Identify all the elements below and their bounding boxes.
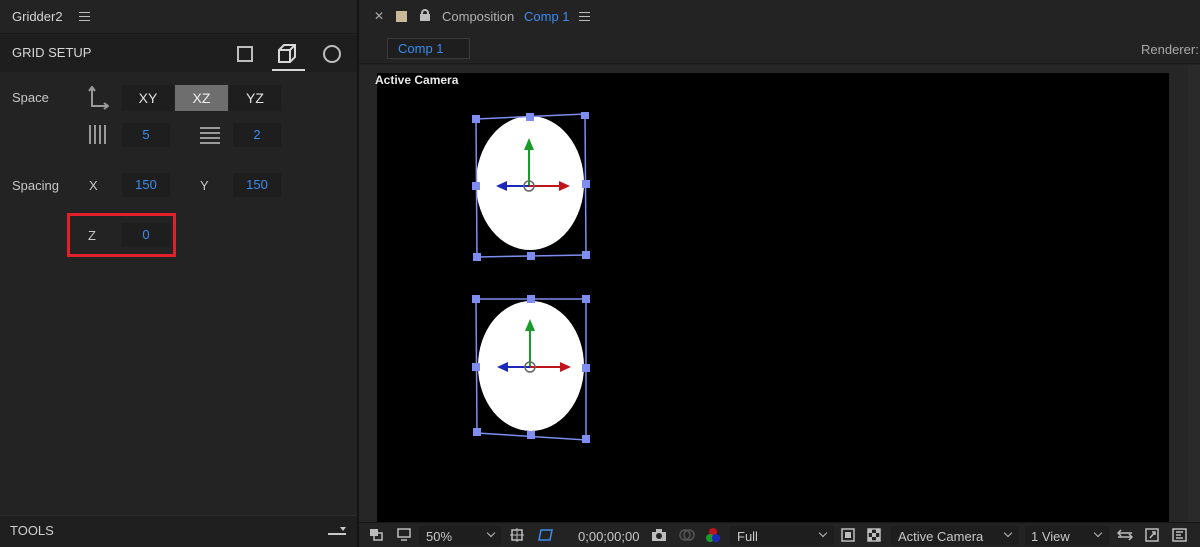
spacing-y-field[interactable]: 150: [233, 173, 281, 197]
show-snapshot-icon[interactable]: [679, 528, 695, 542]
grid-guide-icon[interactable]: [510, 528, 524, 542]
zoom-dropdown[interactable]: 50%: [419, 526, 501, 545]
composition-menu-icon[interactable]: [579, 12, 590, 21]
camera-snapshot-icon[interactable]: [651, 528, 666, 542]
renderer-label[interactable]: Renderer:: [1141, 42, 1199, 57]
space-yz-button[interactable]: YZ: [229, 85, 281, 111]
spacing-x-field[interactable]: 150: [122, 173, 170, 197]
zoom-value: 50%: [426, 529, 453, 544]
rows-icon: [200, 127, 220, 145]
composition-panel: ✕ Composition Comp 1 Comp 1 Renderer: Ac…: [359, 0, 1200, 547]
composition-tab-name[interactable]: Comp 1: [524, 9, 570, 24]
timecode[interactable]: 0;00;00;00: [578, 529, 639, 544]
camera-view-value: Active Camera: [898, 529, 984, 544]
composition-tab-prefix[interactable]: Composition: [442, 9, 514, 24]
panel-tab-bar: Gridder2: [0, 0, 357, 34]
resolution-dropdown[interactable]: Full: [730, 526, 834, 545]
close-icon[interactable]: ✕: [374, 9, 384, 23]
always-preview-icon[interactable]: [369, 528, 383, 542]
color-channels-icon[interactable]: [705, 528, 720, 542]
tools-bar[interactable]: TOOLS: [0, 515, 357, 547]
columns-icon: [89, 125, 109, 145]
rows-field[interactable]: 2: [233, 123, 281, 147]
highlight-box: [67, 213, 176, 257]
panel-tab-title[interactable]: Gridder2: [12, 9, 63, 24]
view-layout-value: 1 View: [1031, 529, 1070, 544]
panel-menu-icon[interactable]: [79, 12, 90, 21]
layer-object-2[interactable]: [471, 294, 593, 444]
chevron-down-icon: [1003, 528, 1013, 538]
circle-mode-icon[interactable]: [322, 43, 344, 65]
viewer-scrollbar[interactable]: [1188, 65, 1200, 522]
collapse-icon[interactable]: [326, 525, 348, 539]
fast-previews-icon[interactable]: [1145, 528, 1159, 542]
chevron-down-icon: [818, 528, 828, 538]
timeline-icon[interactable]: [1172, 528, 1187, 542]
space-label: Space: [12, 90, 49, 105]
monitor-icon[interactable]: [397, 528, 411, 542]
composition-tab-bar: ✕ Composition Comp 1: [359, 0, 1200, 34]
gridder-panel: Gridder2 GRID SETUP Space XY XZ YZ 5 2 S…: [0, 0, 357, 547]
square-mode-icon[interactable]: [235, 43, 257, 65]
cube-mode-icon[interactable]: [276, 43, 298, 65]
active-mode-indicator: [272, 69, 305, 71]
tools-label: TOOLS: [10, 523, 54, 538]
viewer-camera-label: Active Camera: [375, 73, 459, 87]
view-layout-dropdown[interactable]: 1 View: [1025, 526, 1109, 545]
composition-viewer: Active Camera: [359, 65, 1200, 522]
columns-field[interactable]: 5: [122, 123, 170, 147]
spacing-y-label: Y: [200, 178, 209, 193]
space-xz-button[interactable]: XZ: [175, 85, 228, 111]
chevron-down-icon: [1093, 528, 1103, 538]
camera-view-dropdown[interactable]: Active Camera: [891, 526, 1019, 545]
layer-object-1[interactable]: [471, 112, 593, 262]
toggle-pixel-aspect-icon[interactable]: [1116, 528, 1134, 542]
mask-path-icon[interactable]: [538, 528, 553, 542]
comp-chip[interactable]: Comp 1: [387, 38, 470, 59]
chevron-down-icon: [486, 528, 496, 538]
viewer-toolbar: 50% 0;00;00;00 Full Active Camera 1 View: [359, 522, 1200, 547]
app-window: Gridder2 GRID SETUP Space XY XZ YZ 5 2 S…: [0, 0, 1200, 547]
axis-icon: [87, 85, 110, 110]
resolution-value: Full: [737, 529, 758, 544]
transparency-grid-icon[interactable]: [867, 528, 881, 542]
region-of-interest-icon[interactable]: [841, 528, 855, 542]
comp-color-swatch[interactable]: [396, 11, 407, 22]
spacing-label: Spacing: [12, 178, 59, 193]
space-xy-button[interactable]: XY: [122, 85, 174, 111]
grid-setup-title: GRID SETUP: [12, 45, 92, 60]
grid-setup-header: GRID SETUP: [0, 35, 357, 72]
lock-icon[interactable]: [419, 9, 430, 21]
comp-navigator-row: Comp 1 Renderer:: [359, 34, 1200, 64]
spacing-x-label: X: [89, 178, 98, 193]
